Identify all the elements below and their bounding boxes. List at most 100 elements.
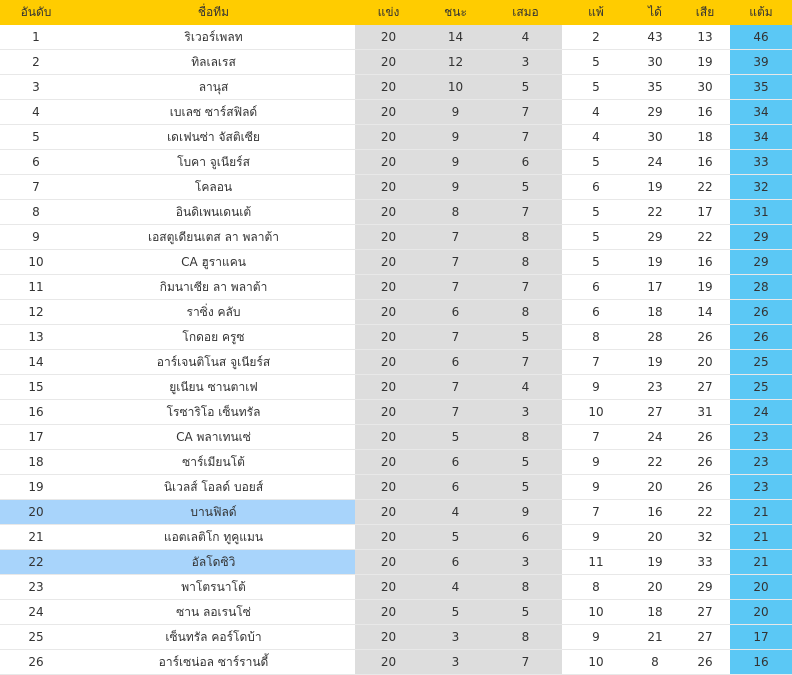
- table-row[interactable]: 24 ซาน ลอเรนโซ่ 20 5 5 10 18 27 20: [0, 599, 792, 625]
- cell-lost: 4: [562, 124, 630, 150]
- table-row[interactable]: 12 ราซิ่ง คลับ 20 6 8 6 18 14 26: [0, 299, 792, 325]
- cell-points: 28: [730, 274, 792, 300]
- cell-drawn: 8: [489, 249, 562, 275]
- header-won[interactable]: ชนะ: [422, 0, 489, 25]
- table-row[interactable]: 23 พาโตรนาโต้ 20 4 8 8 20 29 20: [0, 574, 792, 600]
- cell-lost: 6: [562, 299, 630, 325]
- cell-drawn: 5: [489, 74, 562, 100]
- table-row[interactable]: 26 อาร์เซน่อล ซาร์รานดี้ 20 3 7 10 8 26 16: [0, 649, 792, 675]
- table-row[interactable]: 7 โคลอน 20 9 5 6 19 22 32: [0, 174, 792, 200]
- header-rank[interactable]: อันดับ: [0, 0, 72, 25]
- cell-goals-for: 19: [630, 549, 680, 575]
- header-lost[interactable]: แพ้: [562, 0, 630, 25]
- cell-team: บานฟิลด์: [72, 499, 355, 525]
- cell-points: 35: [730, 74, 792, 100]
- cell-won: 7: [422, 249, 489, 275]
- table-row[interactable]: 14 อาร์เจนติโนส จูเนียร์ส 20 6 7 7 19 20 25: [0, 349, 792, 375]
- cell-goals-for: 29: [630, 224, 680, 250]
- cell-won: 6: [422, 449, 489, 475]
- cell-won: 5: [422, 599, 489, 625]
- cell-points: 34: [730, 124, 792, 150]
- table-row[interactable]: 2 ทิลเลเรส 20 12 3 5 30 19 39: [0, 49, 792, 75]
- cell-won: 6: [422, 299, 489, 325]
- cell-played: 20: [355, 499, 422, 525]
- cell-played: 20: [355, 549, 422, 575]
- cell-points: 34: [730, 99, 792, 125]
- cell-won: 10: [422, 74, 489, 100]
- cell-won: 7: [422, 374, 489, 400]
- cell-rank: 10: [0, 249, 72, 275]
- cell-goals-for: 22: [630, 199, 680, 225]
- table-row[interactable]: 1 ริเวอร์เพลท 20 14 4 2 43 13 46: [0, 25, 792, 50]
- table-row[interactable]: 25 เซ็นทรัล คอร์โดบ้า 20 3 8 9 21 27 17: [0, 624, 792, 650]
- cell-drawn: 3: [489, 399, 562, 425]
- header-goals-against[interactable]: เสีย: [680, 0, 730, 25]
- cell-goals-against: 32: [680, 524, 730, 550]
- cell-drawn: 7: [489, 199, 562, 225]
- cell-team: โกดอย ครูซ: [72, 324, 355, 350]
- cell-goals-for: 28: [630, 324, 680, 350]
- header-played[interactable]: แข่ง: [355, 0, 422, 25]
- cell-rank: 12: [0, 299, 72, 325]
- cell-lost: 5: [562, 149, 630, 175]
- cell-won: 9: [422, 174, 489, 200]
- cell-lost: 6: [562, 174, 630, 200]
- cell-lost: 10: [562, 599, 630, 625]
- table-row[interactable]: 20 บานฟิลด์ 20 4 9 7 16 22 21: [0, 499, 792, 525]
- cell-team: ซาร์เมียนโต้: [72, 449, 355, 475]
- cell-team: ริเวอร์เพลท: [72, 25, 355, 50]
- cell-goals-for: 21: [630, 624, 680, 650]
- table-row[interactable]: 17 CA พลาเทนเซ่ 20 5 8 7 24 26 23: [0, 424, 792, 450]
- table-row[interactable]: 21 แอตเลติโก ทูคูแมน 20 5 6 9 20 32 21: [0, 524, 792, 550]
- table-row[interactable]: 10 CA ฮูราแคน 20 7 8 5 19 16 29: [0, 249, 792, 275]
- cell-lost: 5: [562, 249, 630, 275]
- table-row[interactable]: 3 ลานุส 20 10 5 5 35 30 35: [0, 74, 792, 100]
- table-row[interactable]: 22 อัลโดซิวิ 20 6 3 11 19 33 21: [0, 549, 792, 575]
- cell-played: 20: [355, 199, 422, 225]
- table-row[interactable]: 4 เบเลซ ซาร์สฟิลด์ 20 9 7 4 29 16 34: [0, 99, 792, 125]
- cell-played: 20: [355, 649, 422, 675]
- cell-played: 20: [355, 49, 422, 75]
- cell-rank: 25: [0, 624, 72, 650]
- table-row[interactable]: 11 กิมนาเซีย ลา พลาต้า 20 7 7 6 17 19 28: [0, 274, 792, 300]
- cell-rank: 20: [0, 499, 72, 525]
- standings-table: อันดับ ชื่อทีม แข่ง ชนะ เสมอ แพ้ ได้ เสี…: [0, 0, 792, 675]
- table-row[interactable]: 15 ยูเนียน ซานตาเฟ 20 7 4 9 23 27 25: [0, 374, 792, 400]
- table-row[interactable]: 13 โกดอย ครูซ 20 7 5 8 28 26 26: [0, 324, 792, 350]
- cell-won: 6: [422, 349, 489, 375]
- cell-lost: 4: [562, 99, 630, 125]
- table-row[interactable]: 8 อินดิเพนเดนเต้ 20 8 7 5 22 17 31: [0, 199, 792, 225]
- cell-goals-for: 19: [630, 249, 680, 275]
- cell-points: 26: [730, 324, 792, 350]
- table-row[interactable]: 5 เดเฟนซ่า จัสติเซีย 20 9 7 4 30 18 34: [0, 124, 792, 150]
- cell-goals-against: 16: [680, 99, 730, 125]
- header-drawn[interactable]: เสมอ: [489, 0, 562, 25]
- cell-played: 20: [355, 99, 422, 125]
- cell-goals-against: 19: [680, 274, 730, 300]
- cell-won: 9: [422, 124, 489, 150]
- cell-lost: 7: [562, 499, 630, 525]
- cell-played: 20: [355, 349, 422, 375]
- cell-team: ทิลเลเรส: [72, 49, 355, 75]
- header-team[interactable]: ชื่อทีม: [72, 0, 355, 25]
- cell-goals-against: 18: [680, 124, 730, 150]
- cell-points: 24: [730, 399, 792, 425]
- table-row[interactable]: 6 โบคา จูเนียร์ส 20 9 6 5 24 16 33: [0, 149, 792, 175]
- cell-won: 9: [422, 149, 489, 175]
- cell-drawn: 7: [489, 274, 562, 300]
- cell-points: 46: [730, 25, 792, 50]
- cell-points: 25: [730, 349, 792, 375]
- cell-won: 7: [422, 224, 489, 250]
- header-goals-for[interactable]: ได้: [630, 0, 680, 25]
- table-row[interactable]: 19 นิเวลส์ โอลด์ บอยส์ 20 6 5 9 20 26 23: [0, 474, 792, 500]
- cell-goals-against: 30: [680, 74, 730, 100]
- table-row[interactable]: 9 เอสตูเดียนเตส ลา พลาต้า 20 7 8 5 29 22 29: [0, 224, 792, 250]
- table-row[interactable]: 18 ซาร์เมียนโต้ 20 6 5 9 22 26 23: [0, 449, 792, 475]
- cell-won: 7: [422, 274, 489, 300]
- cell-points: 21: [730, 524, 792, 550]
- header-points[interactable]: แต้ม: [730, 0, 792, 25]
- table-row[interactable]: 16 โรซาริโอ เซ็นทรัล 20 7 3 10 27 31 24: [0, 399, 792, 425]
- cell-played: 20: [355, 399, 422, 425]
- cell-team: โคลอน: [72, 174, 355, 200]
- cell-points: 23: [730, 474, 792, 500]
